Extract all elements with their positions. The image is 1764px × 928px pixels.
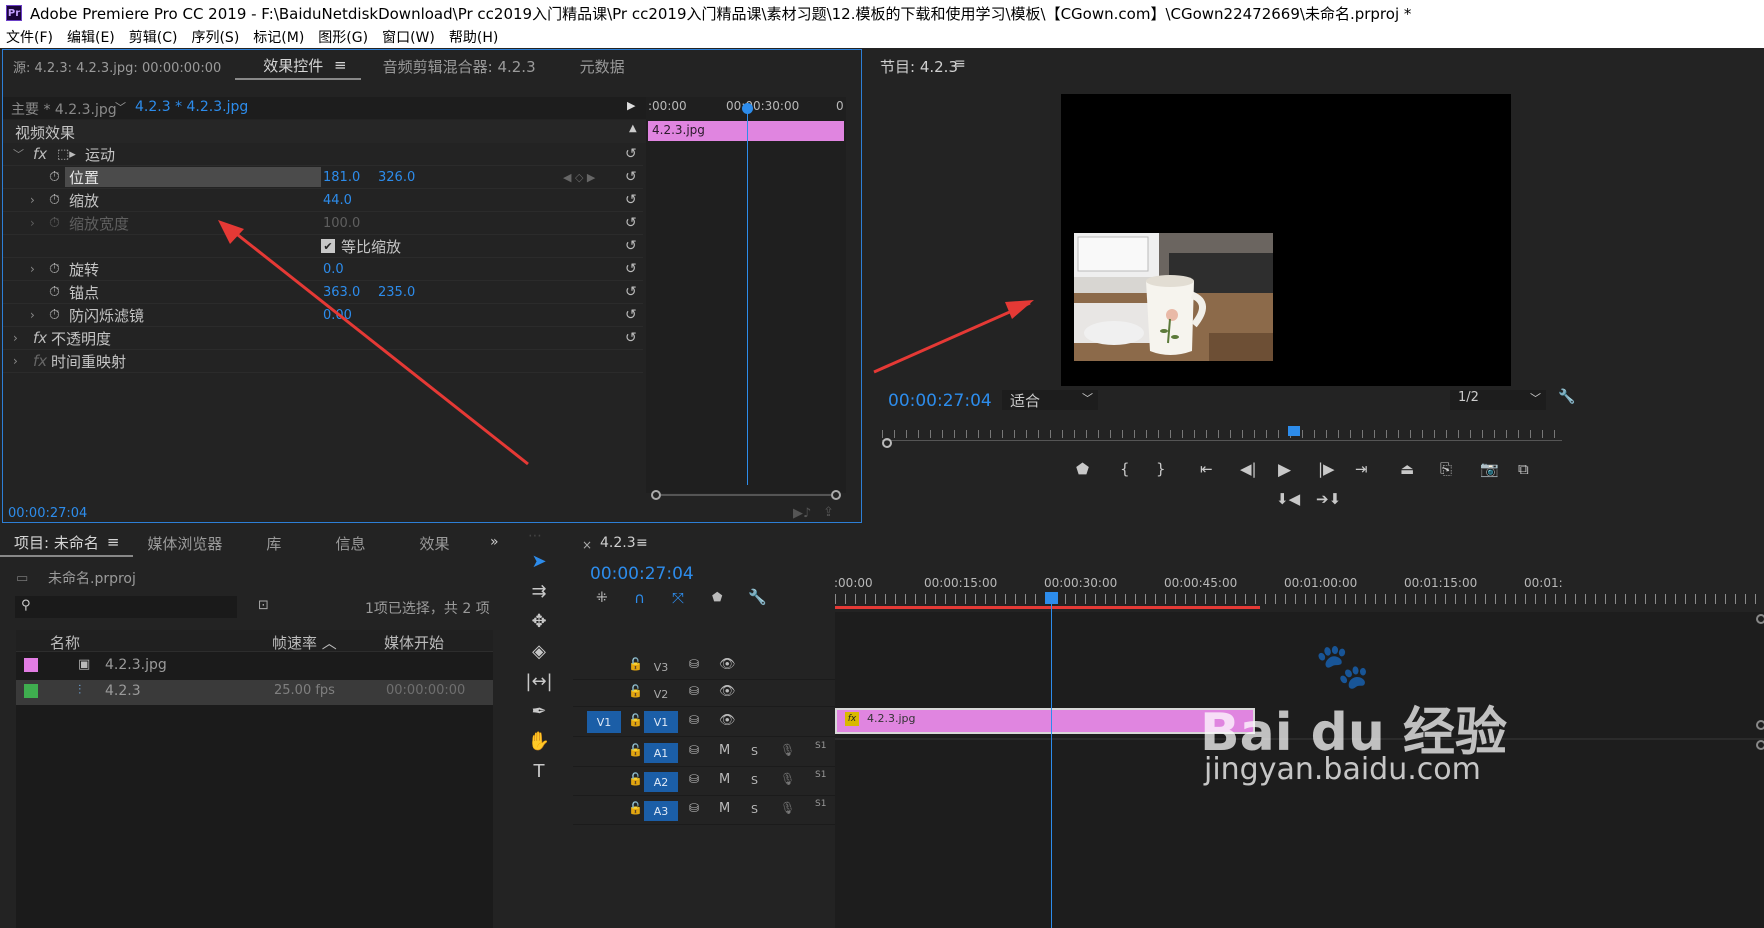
baidu-watermark: Bai du 经验 🐾 jingyan.baidu.com xyxy=(1200,641,1507,790)
paw-icon: 🐾 xyxy=(1315,641,1370,692)
watermark-url: jingyan.baidu.com xyxy=(1204,752,1481,787)
annotation-arrow xyxy=(873,301,1031,374)
arrow-head xyxy=(218,220,244,244)
arrow-head xyxy=(1005,300,1034,319)
annotation-arrow xyxy=(223,222,529,466)
